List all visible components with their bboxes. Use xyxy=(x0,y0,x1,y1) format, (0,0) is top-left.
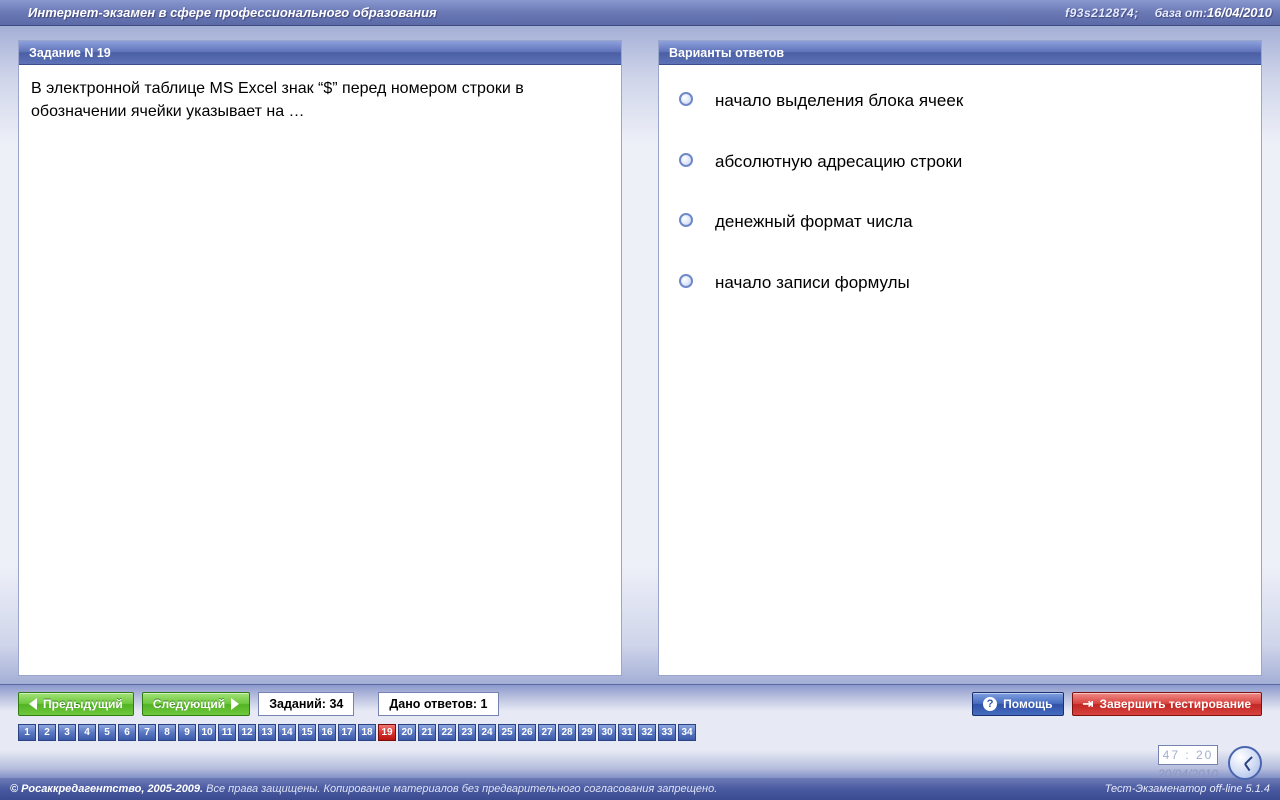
question-number-15[interactable]: 15 xyxy=(298,724,316,741)
db-label: база от: xyxy=(1155,6,1207,20)
timer-display: 47 : 20 xyxy=(1158,745,1218,765)
tasks-label: Заданий: xyxy=(269,697,326,711)
navbar: Предыдущий Следующий Заданий: 34 Дано от… xyxy=(0,684,1280,778)
db-date: 16/04/2010 xyxy=(1207,5,1272,20)
question-number-25[interactable]: 25 xyxy=(498,724,516,741)
question-number-33[interactable]: 33 xyxy=(658,724,676,741)
question-number-strip: 1234567891011121314151617181920212223242… xyxy=(18,724,1262,741)
app-version: Тест-Экзаменатор off-line 5.1.4 xyxy=(1105,783,1270,795)
answered-count-box: Дано ответов: 1 xyxy=(378,692,498,716)
workspace: Задание N 19 В электронной таблице MS Ex… xyxy=(0,26,1280,684)
question-number-20[interactable]: 20 xyxy=(398,724,416,741)
question-number-24[interactable]: 24 xyxy=(478,724,496,741)
answer-text: абсолютную адресацию строки xyxy=(715,150,962,175)
question-number-18[interactable]: 18 xyxy=(358,724,376,741)
app-title: Интернет-экзамен в сфере профессионально… xyxy=(28,5,1065,20)
question-number-28[interactable]: 28 xyxy=(558,724,576,741)
answered-label: Дано ответов: xyxy=(389,697,477,711)
question-number-26[interactable]: 26 xyxy=(518,724,536,741)
copyright-rest: Все права защищены. Копирование материал… xyxy=(203,783,717,795)
question-number-22[interactable]: 22 xyxy=(438,724,456,741)
help-button[interactable]: ? Помощь xyxy=(972,692,1063,716)
answer-text: денежный формат числа xyxy=(715,210,913,235)
question-number-14[interactable]: 14 xyxy=(278,724,296,741)
question-number-3[interactable]: 3 xyxy=(58,724,76,741)
question-number-23[interactable]: 23 xyxy=(458,724,476,741)
answer-option[interactable]: абсолютную адресацию строки xyxy=(679,150,1249,175)
next-button-label: Следующий xyxy=(153,697,225,711)
titlebar: Интернет-экзамен в сфере профессионально… xyxy=(0,0,1280,26)
question-number-31[interactable]: 31 xyxy=(618,724,636,741)
answer-option[interactable]: начало записи формулы xyxy=(679,271,1249,296)
arrow-right-icon xyxy=(231,698,239,710)
question-number-4[interactable]: 4 xyxy=(78,724,96,741)
next-button[interactable]: Следующий xyxy=(142,692,250,716)
answer-option[interactable]: начало выделения блока ячеек xyxy=(679,89,1249,114)
question-number-29[interactable]: 29 xyxy=(578,724,596,741)
help-button-label: Помощь xyxy=(1003,697,1052,711)
copyright-strong: © Росаккредагентство, 2005-2009. xyxy=(10,783,203,795)
help-icon: ? xyxy=(983,697,997,711)
question-number-32[interactable]: 32 xyxy=(638,724,656,741)
question-number-16[interactable]: 16 xyxy=(318,724,336,741)
db-info: база от:16/04/2010 xyxy=(1155,5,1272,20)
exit-icon: ⇥ xyxy=(1083,696,1094,712)
finish-button[interactable]: ⇥ Завершить тестирование xyxy=(1072,692,1262,716)
answer-option[interactable]: денежный формат числа xyxy=(679,210,1249,235)
footer: © Росаккредагентство, 2005-2009. Все пра… xyxy=(0,778,1280,800)
question-number-21[interactable]: 21 xyxy=(418,724,436,741)
question-number-27[interactable]: 27 xyxy=(538,724,556,741)
radio-icon[interactable] xyxy=(679,213,693,227)
session-code: f93s212874; xyxy=(1065,6,1139,20)
prev-button-label: Предыдущий xyxy=(43,697,123,711)
radio-icon[interactable] xyxy=(679,274,693,288)
question-number-17[interactable]: 17 xyxy=(338,724,356,741)
question-panel: Задание N 19 В электронной таблице MS Ex… xyxy=(18,40,622,676)
answers-panel: Варианты ответов начало выделения блока … xyxy=(658,40,1262,676)
question-header: Задание N 19 xyxy=(19,41,621,65)
finish-button-label: Завершить тестирование xyxy=(1099,697,1251,711)
question-number-6[interactable]: 6 xyxy=(118,724,136,741)
question-number-34[interactable]: 34 xyxy=(678,724,696,741)
answered-count: 1 xyxy=(481,697,488,711)
arrow-left-icon xyxy=(29,698,37,710)
question-number-11[interactable]: 11 xyxy=(218,724,236,741)
tasks-count-box: Заданий: 34 xyxy=(258,692,354,716)
answer-text: начало записи формулы xyxy=(715,271,910,296)
question-number-8[interactable]: 8 xyxy=(158,724,176,741)
question-text: В электронной таблице MS Excel знак “$” … xyxy=(19,65,621,135)
radio-icon[interactable] xyxy=(679,153,693,167)
question-number-30[interactable]: 30 xyxy=(598,724,616,741)
question-number-12[interactable]: 12 xyxy=(238,724,256,741)
question-number-19[interactable]: 19 xyxy=(378,724,396,741)
question-number-7[interactable]: 7 xyxy=(138,724,156,741)
radio-icon[interactable] xyxy=(679,92,693,106)
clock-icon xyxy=(1228,746,1262,780)
tasks-count: 34 xyxy=(329,697,343,711)
question-number-9[interactable]: 9 xyxy=(178,724,196,741)
answer-text: начало выделения блока ячеек xyxy=(715,89,963,114)
question-number-2[interactable]: 2 xyxy=(38,724,56,741)
answers-header: Варианты ответов xyxy=(659,41,1261,65)
question-number-5[interactable]: 5 xyxy=(98,724,116,741)
question-number-1[interactable]: 1 xyxy=(18,724,36,741)
question-number-13[interactable]: 13 xyxy=(258,724,276,741)
prev-button[interactable]: Предыдущий xyxy=(18,692,134,716)
question-number-10[interactable]: 10 xyxy=(198,724,216,741)
